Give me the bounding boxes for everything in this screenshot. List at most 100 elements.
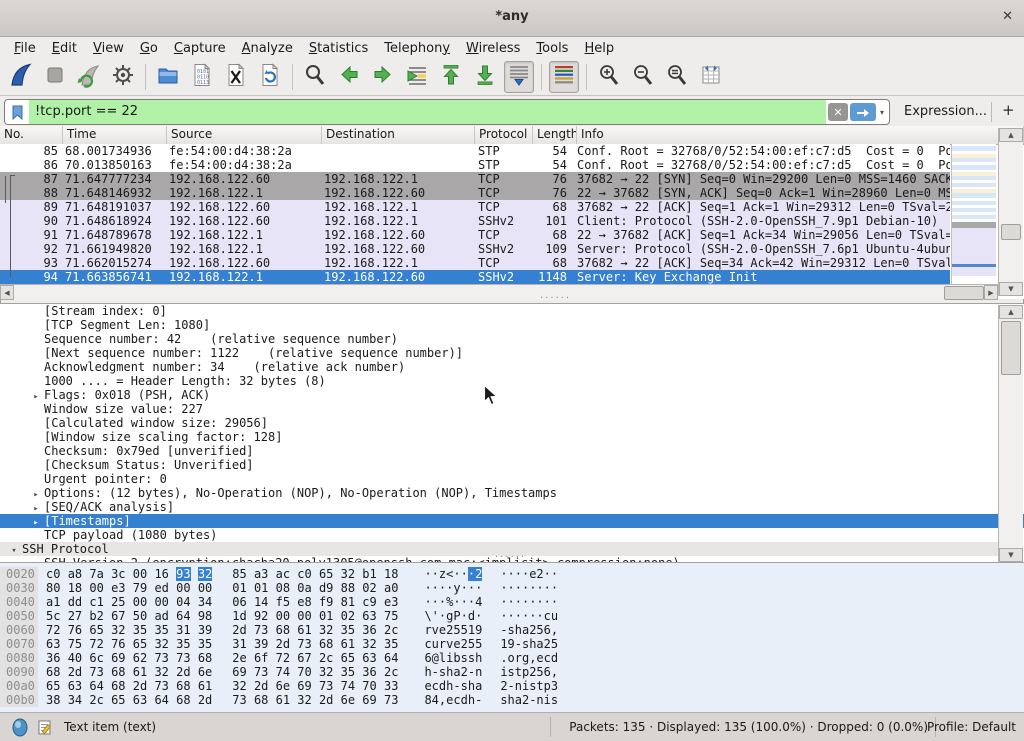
ascii-char[interactable]: e [424,679,431,693]
hex-byte[interactable]: 68 [111,665,125,679]
detail-line[interactable]: TCP payload (1080 bytes) [0,528,1024,542]
menu-item-file[interactable]: File [6,39,44,58]
hex-byte[interactable]: 65 [89,623,103,637]
expander-closed-icon[interactable]: ▸ [28,504,44,514]
packet-row[interactable]: 8971.648191037192.168.122.60192.168.122.… [0,200,950,214]
menu-item-analyze[interactable]: Analyze [234,39,301,58]
ascii-char[interactable]: 5 [453,623,460,637]
detail-line[interactable]: 1000 .... = Header Length: 32 bytes (8) [0,374,1024,388]
capture-comment-icon[interactable] [38,719,53,739]
ascii-char[interactable]: d [468,609,475,623]
close-file-button[interactable] [221,61,251,93]
hex-row[interactable]: 007063 75 72 76 65 32 35 3531 39 2d 73 6… [0,637,1024,651]
ascii-char[interactable]: c [432,679,439,693]
hex-byte[interactable]: 18 [68,581,82,595]
ascii-char[interactable]: - [468,665,475,679]
ascii-char[interactable]: · [461,595,468,609]
filter-apply-button[interactable] [850,103,876,121]
resize-columns-button[interactable] [696,61,726,93]
hex-byte[interactable]: 61 [133,665,147,679]
hex-byte[interactable]: 00 [176,581,190,595]
packet-row[interactable]: 9271.661949820192.168.122.1192.168.122.6… [0,242,950,256]
ascii-char[interactable]: 5 [468,637,475,651]
filter-history-dropdown[interactable]: ▾ [880,108,884,117]
hex-byte[interactable]: 65 [111,693,125,707]
hex-byte[interactable]: 67 [111,609,125,623]
hex-byte[interactable]: 69 [111,651,125,665]
save-file-button[interactable]: 010101100113 [187,61,217,93]
ascii-char[interactable]: 2 [461,637,468,651]
ascii-char[interactable]: s [468,651,475,665]
packet-row[interactable]: 9371.662015274192.168.122.60192.168.122.… [0,256,950,270]
detail-line[interactable]: ▸[SEQ/ACK analysis] [0,500,1024,514]
hex-row[interactable]: 0020c0 a8 7a 3c 00 16 93 3285 a3 ac c0 6… [0,567,1024,581]
hex-byte[interactable]: 76 [111,637,125,651]
hex-byte[interactable]: 27 [68,609,82,623]
hex-byte[interactable]: c0 [46,567,60,581]
hex-byte[interactable]: 73 [176,651,190,665]
restart-capture-button[interactable] [74,61,104,93]
detail-line[interactable]: Checksum: 0x79ed [unverified] [0,444,1024,458]
detail-line[interactable]: [Calculated window size: 29056] [0,416,1024,430]
hex-byte[interactable]: 34 [198,595,212,609]
ascii-char[interactable]: y [453,581,460,595]
detail-line[interactable]: ▸Options: (12 bytes), No-Operation (NOP)… [0,486,1024,500]
packet-row[interactable]: 9071.648618924192.168.122.60192.168.122.… [0,214,950,228]
hex-row[interactable]: 008036 40 6c 69 62 73 73 682e 6f 72 67 2… [0,651,1024,665]
expander-open-icon[interactable]: ▾ [6,546,22,556]
hex-byte[interactable]: b2 [89,609,103,623]
menu-item-wireless[interactable]: Wireless [458,39,528,58]
menu-item-capture[interactable]: Capture [166,39,234,58]
hex-byte[interactable]: 62 [133,651,147,665]
zoom-out-button[interactable] [628,61,658,93]
hex-row[interactable]: 009068 2d 73 68 61 32 2d 6e69 73 74 70 3… [0,665,1024,679]
hex-byte[interactable]: 2c [89,693,103,707]
detail-line[interactable]: ▸[Timestamps] [0,514,1024,528]
detail-line[interactable]: Urgent pointer: 0 [0,472,1024,486]
ascii-char[interactable]: 5 [475,637,482,651]
detail-line[interactable]: [TCP Segment Len: 1080] [0,318,1024,332]
hex-byte[interactable]: ad [154,609,168,623]
hex-byte[interactable]: 3c [111,567,125,581]
hex-byte[interactable]: 2d [68,665,82,679]
ascii-char[interactable]: b [453,651,460,665]
zoom-original-button[interactable] [662,61,692,93]
reload-file-button[interactable] [255,61,285,93]
ascii-char[interactable]: h [475,651,482,665]
hex-byte[interactable]: 72 [89,637,103,651]
menu-item-edit[interactable]: Edit [44,39,85,58]
detail-line[interactable]: [Checksum Status: Unverified] [0,458,1024,472]
ascii-char[interactable]: · [453,595,460,609]
ascii-char[interactable]: ' [432,609,439,623]
packet-list-hscrollbar[interactable]: ◀ ▶ [0,284,998,300]
menu-item-view[interactable]: View [85,39,132,58]
hex-byte[interactable]: 31 [176,623,190,637]
ascii-char[interactable]: · [453,567,460,581]
hex-byte[interactable]: 2d [198,693,212,707]
packet-row[interactable]: 8871.648146932192.168.122.1192.168.122.6… [0,186,950,200]
ascii-char[interactable]: a [453,665,460,679]
hex-byte[interactable]: 63 [46,637,60,651]
column-header-protocol[interactable]: Protocol [475,126,533,144]
packet-row[interactable]: 8670.013850163fe:54:00:d4:38:2aSTP54Conf… [0,158,950,172]
scroll-right-arrow[interactable]: ▶ [984,285,998,300]
hex-byte[interactable]: 65 [46,679,60,693]
pane-splitter-grip[interactable]: ······ [495,552,526,563]
ascii-char[interactable]: · [475,609,482,623]
column-header-time[interactable]: Time [63,126,167,144]
details-vscrollbar[interactable]: ▲ ▼ [998,305,1023,562]
ascii-char[interactable]: · [461,581,468,595]
hex-byte[interactable]: 6c [89,651,103,665]
hex-byte[interactable]: a1 [46,595,60,609]
packet-list-vscrollbar[interactable]: ▲ ▼ [998,128,1023,296]
expander-closed-icon[interactable]: ▸ [28,392,44,402]
ascii-char[interactable]: d [461,693,468,707]
go-to-first-packet-button[interactable] [436,61,466,93]
scroll-down-arrow[interactable]: ▼ [999,282,1023,296]
ascii-char[interactable]: 5 [461,623,468,637]
hex-row[interactable]: 003080 18 00 e3 79 ed 00 0001 01 08 0a d… [0,581,1024,595]
hex-row[interactable]: 00b038 34 2c 65 63 64 68 2d73 68 61 32 2… [0,693,1024,707]
hex-byte[interactable]: 73 [89,665,103,679]
hex-byte[interactable]: 76 [68,623,82,637]
ascii-char[interactable]: · [475,581,482,595]
